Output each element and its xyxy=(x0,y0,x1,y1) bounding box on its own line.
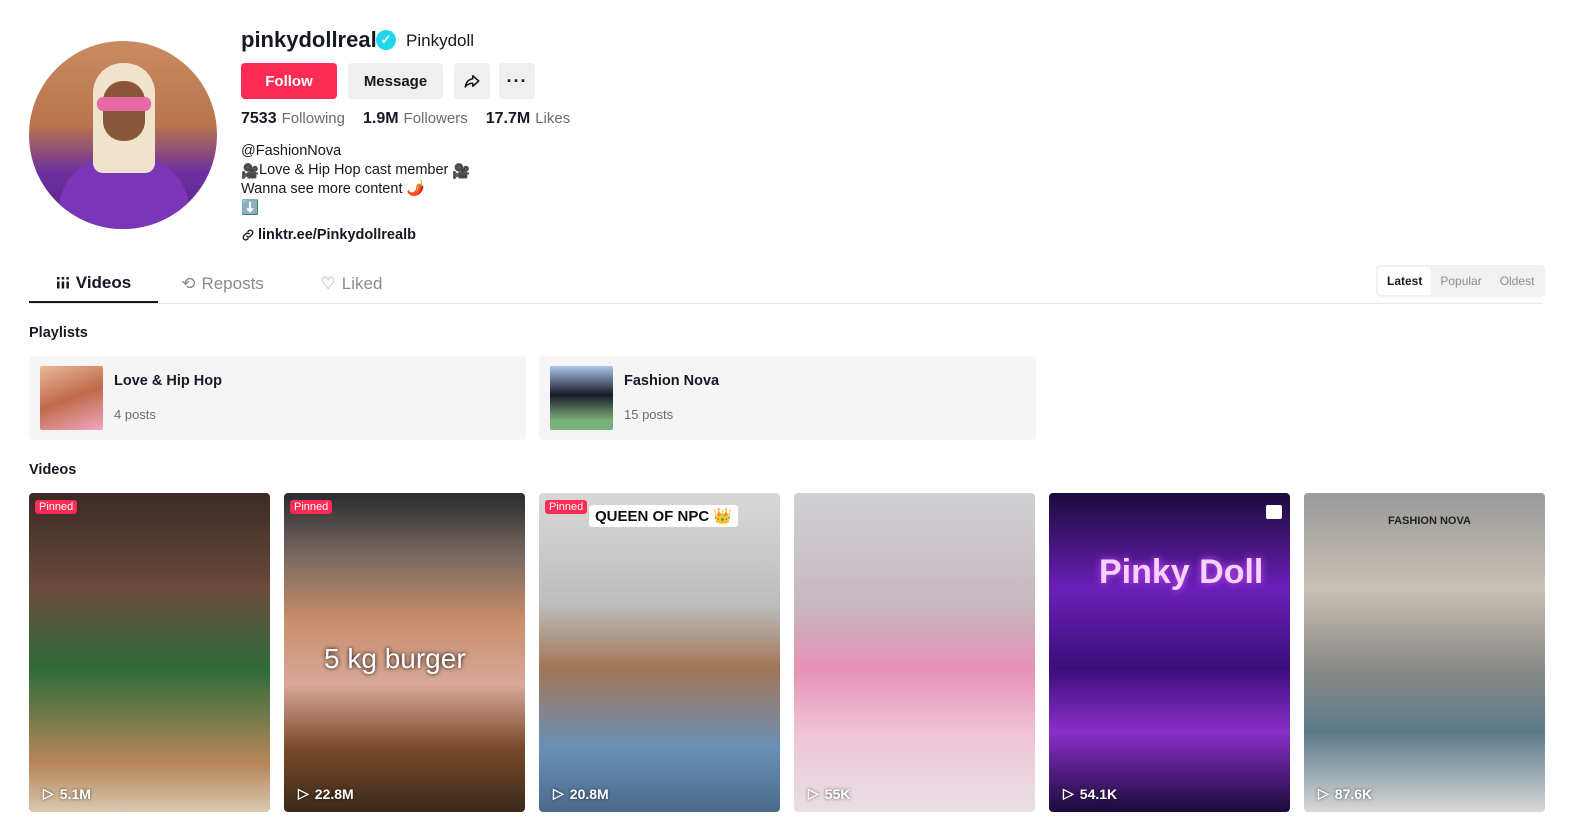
play-icon: ▷ xyxy=(1063,785,1074,801)
sort-selector: Latest Popular Oldest xyxy=(1376,265,1546,297)
play-icon: ▷ xyxy=(43,785,54,801)
stat-followers[interactable]: 1.9M Followers xyxy=(363,110,468,128)
tab-liked[interactable]: ♡ Liked xyxy=(287,265,416,303)
video-card[interactable]: Pinned QUEEN OF NPC 👑 ▷ 20.8M xyxy=(539,493,780,812)
video-card[interactable]: ▷ 55K xyxy=(794,493,1035,812)
stat-likes: 17.7M Likes xyxy=(485,110,571,127)
pinned-badge: Pinned xyxy=(545,500,588,514)
username: pinkydollreal xyxy=(241,27,377,52)
camera-icon: 🎥 xyxy=(452,164,471,180)
video-card[interactable]: FASHION NOVA ▷ 87.6K xyxy=(1304,493,1545,812)
repost-icon: ⟲ xyxy=(181,274,196,293)
nickname: Pinkydoll xyxy=(406,31,475,50)
profile-tabs: Videos ⟲ Reposts ♡ Liked xyxy=(29,265,416,303)
view-count: ▷ 87.6K xyxy=(1318,785,1373,802)
sort-popular[interactable]: Popular xyxy=(1431,267,1490,295)
view-count: ▷ 54.1K xyxy=(1063,785,1118,802)
playlist-name: Love & Hip Hop xyxy=(114,373,222,389)
play-icon: ▷ xyxy=(298,785,309,801)
chili-icon: 🌶️ xyxy=(406,181,425,197)
video-overlay-text: Pinky Doll xyxy=(1099,553,1264,591)
playlist-count: 4 posts xyxy=(114,407,156,422)
playlist-count: 15 posts xyxy=(624,407,674,422)
playlist-thumbnail xyxy=(40,366,103,430)
view-count: ▷ 22.8M xyxy=(298,785,354,802)
link-icon xyxy=(242,229,254,241)
stat-following[interactable]: 7533 Following xyxy=(241,110,345,128)
playlist-card[interactable]: Love & Hip Hop 4 posts xyxy=(29,356,526,440)
heart-icon: ♡ xyxy=(320,274,336,293)
play-icon: ▷ xyxy=(553,785,564,801)
view-count: ▷ 5.1M xyxy=(43,785,91,802)
pinned-badge: Pinned xyxy=(35,500,78,514)
sort-latest[interactable]: Latest xyxy=(1378,267,1432,295)
playlists-heading: Playlists xyxy=(29,325,88,341)
playlist-card[interactable]: Fashion Nova 15 posts xyxy=(539,356,1036,440)
bio-line: Wanna see more content 🌶️ xyxy=(241,181,425,197)
pinned-badge: Pinned xyxy=(290,500,333,514)
video-overlay-text: 5 kg burger xyxy=(324,643,466,674)
grid-icon xyxy=(56,277,69,289)
tab-reposts[interactable]: ⟲ Reposts xyxy=(158,265,287,303)
profile-stats: 7533 Following 1.9M Followers 17.7M Likes xyxy=(241,110,570,128)
video-card[interactable]: Pinky Doll ▷ 54.1K xyxy=(1049,493,1290,812)
photo-icon xyxy=(1266,505,1282,519)
profile-bio: @FashionNova 🎥Love & Hip Hop cast member… xyxy=(241,142,470,218)
more-options-button[interactable]: ··· xyxy=(499,63,535,99)
tabs-divider xyxy=(29,303,1543,304)
play-icon: ▷ xyxy=(808,785,819,801)
video-caption: QUEEN OF NPC 👑 xyxy=(589,505,739,527)
view-count: ▷ 55K xyxy=(808,785,851,802)
verified-check-icon: ✓ xyxy=(376,30,396,50)
videos-heading: Videos xyxy=(29,462,77,478)
follow-button[interactable]: Follow xyxy=(241,63,337,99)
bio-line: 🎥Love & Hip Hop cast member 🎥 xyxy=(241,162,471,180)
video-card[interactable]: Pinned ▷ 5.1M xyxy=(29,493,270,812)
message-button[interactable]: Message xyxy=(348,63,443,99)
share-icon xyxy=(464,75,480,88)
play-icon: ▷ xyxy=(1318,785,1329,801)
playlist-thumbnail xyxy=(550,366,613,430)
video-overlay-text: FASHION NOVA xyxy=(1388,515,1471,527)
camera-icon: 🎥 xyxy=(241,164,260,180)
bio-line: ⬇️ xyxy=(241,200,260,216)
bio-line: @FashionNova xyxy=(241,143,342,159)
profile-link[interactable]: linktr.ee/Pinkydollrealb xyxy=(241,227,416,243)
view-count: ▷ 20.8M xyxy=(553,785,609,802)
video-grid: Pinned ▷ 5.1M Pinned 5 kg burger ▷ 22.8M P… xyxy=(29,493,1545,812)
playlist-name: Fashion Nova xyxy=(624,373,720,389)
share-button[interactable] xyxy=(454,63,490,99)
tab-videos[interactable]: Videos xyxy=(29,265,158,303)
profile-avatar xyxy=(29,41,217,229)
video-card[interactable]: Pinned 5 kg burger ▷ 22.8M xyxy=(284,493,525,812)
sort-oldest[interactable]: Oldest xyxy=(1491,267,1544,295)
